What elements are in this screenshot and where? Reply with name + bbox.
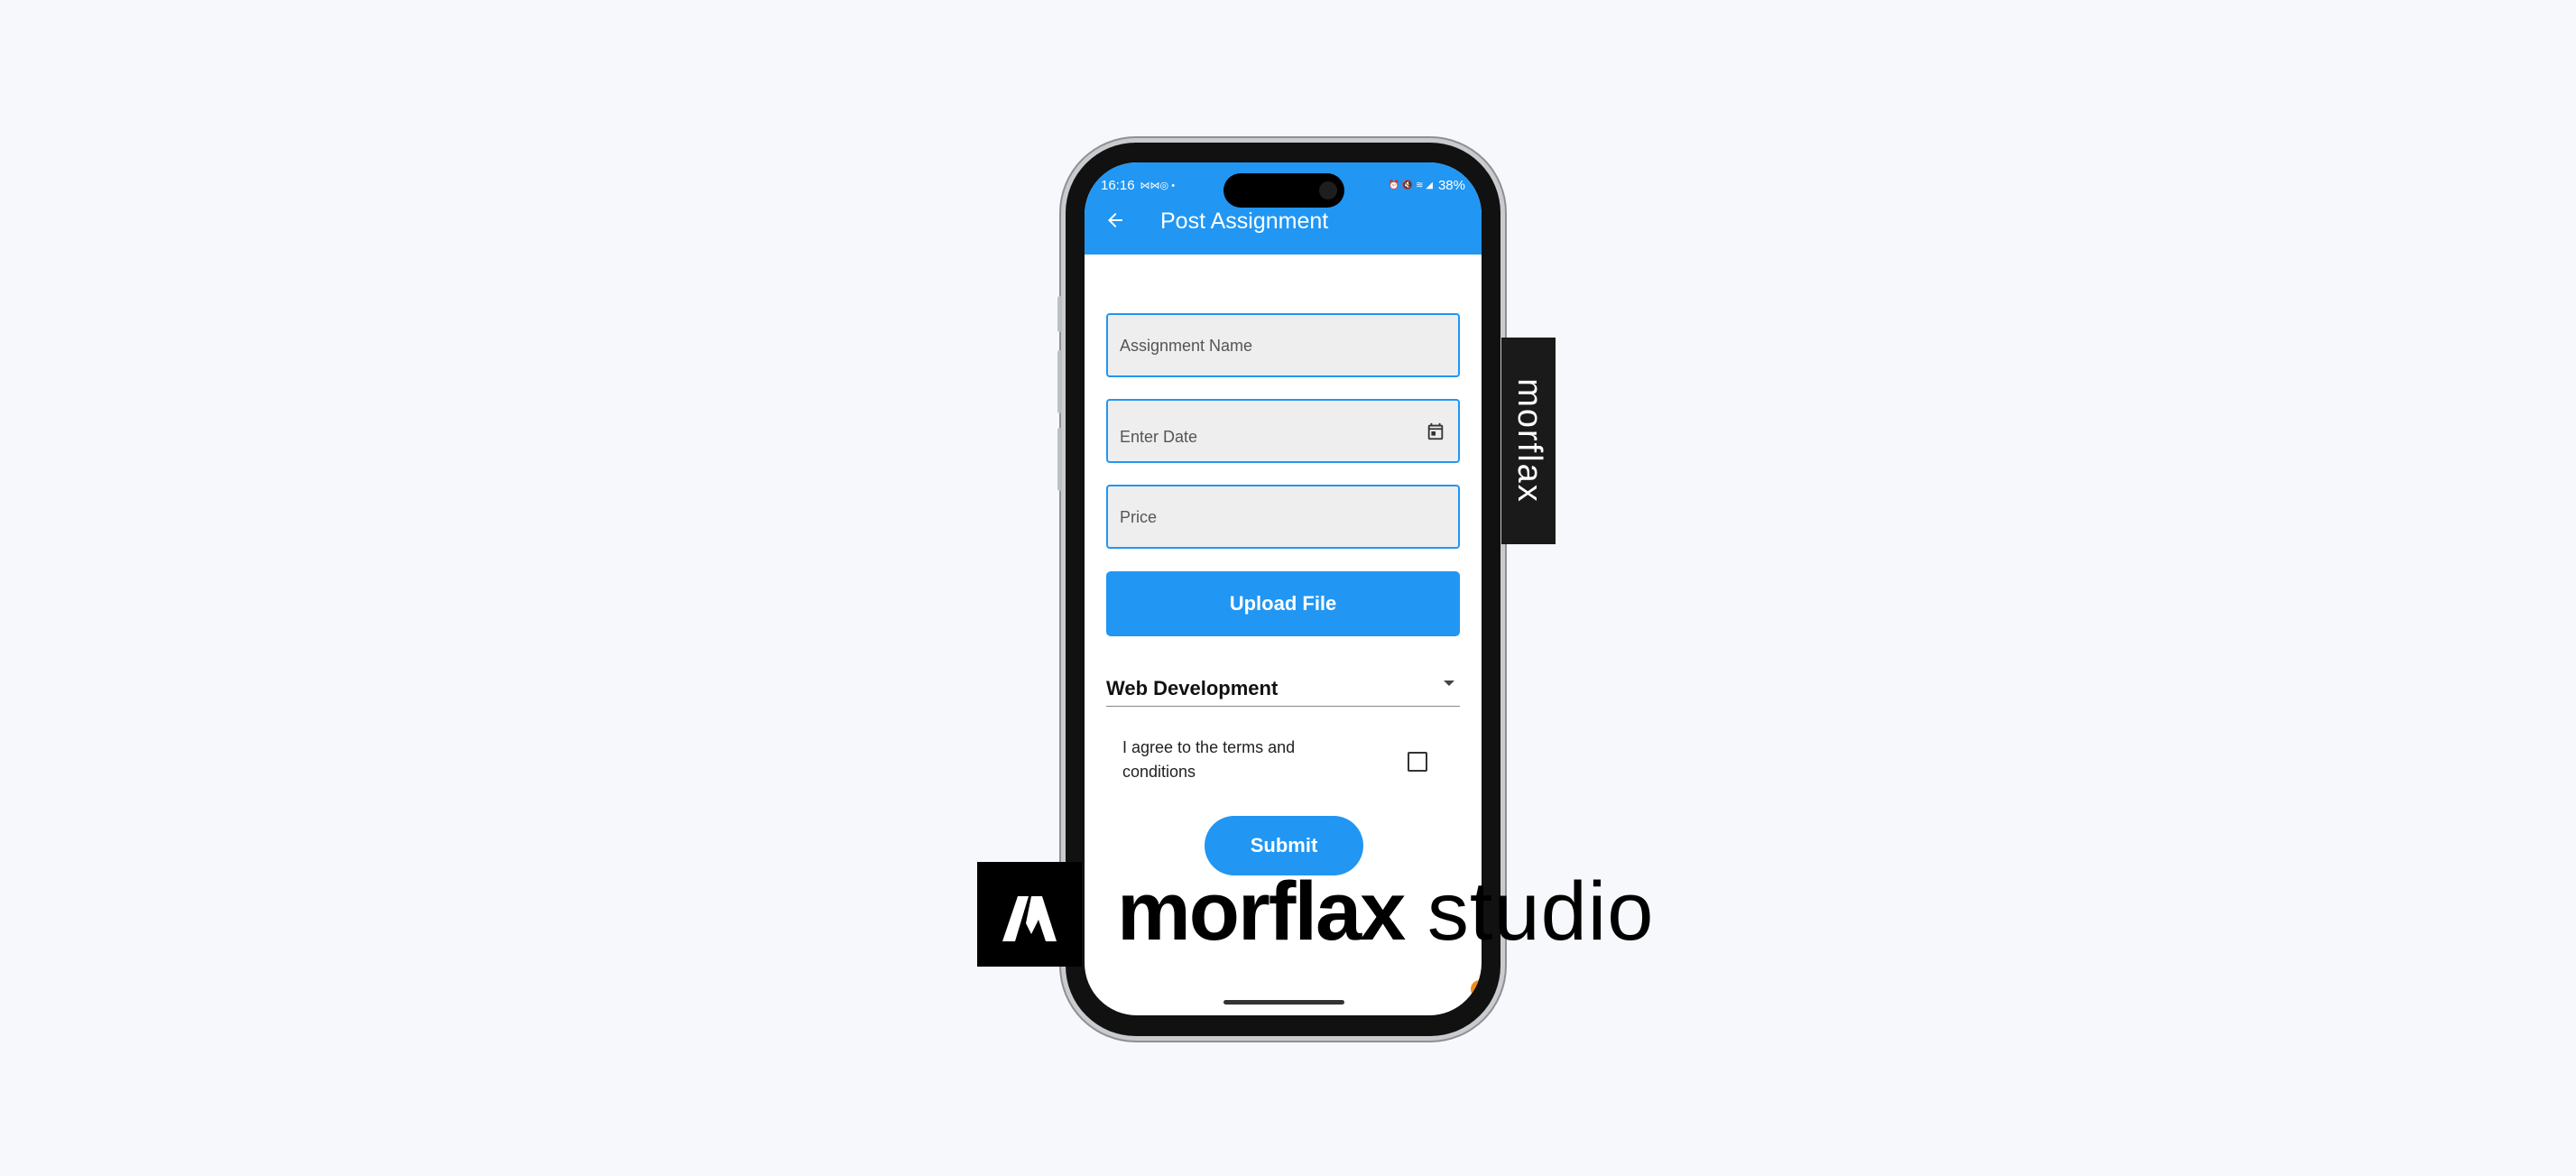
dynamic-island xyxy=(1223,173,1344,208)
app-bar: 16:16 ⋈⋈◎ • ⏰ 🔇 ≋ ◢ 38% Post Assignment xyxy=(1085,162,1482,255)
morflax-logo-icon xyxy=(977,862,1082,967)
notification-icons: ⋈⋈◎ • xyxy=(1140,180,1176,191)
chevron-down-icon xyxy=(1444,681,1454,686)
date-placeholder: Enter Date xyxy=(1120,428,1198,446)
home-indicator xyxy=(1223,1000,1344,1005)
morflax-studio-wordmark: morflax studio xyxy=(1117,866,1654,957)
battery-level: 38% xyxy=(1437,177,1465,193)
phone-volume-up xyxy=(1057,350,1062,413)
category-value: Web Development xyxy=(1106,677,1279,699)
calendar-icon[interactable] xyxy=(1426,421,1445,442)
upload-file-button[interactable]: Upload File xyxy=(1106,571,1460,636)
wordmark-bold: morflax xyxy=(1117,866,1406,958)
assignment-name-input[interactable]: Assignment Name xyxy=(1106,313,1460,377)
terms-checkbox[interactable] xyxy=(1408,752,1427,772)
terms-label: I agree to the terms and conditions xyxy=(1122,738,1296,781)
assignment-name-placeholder: Assignment Name xyxy=(1120,337,1253,355)
category-dropdown[interactable]: Web Development xyxy=(1106,666,1460,707)
date-input[interactable]: Enter Date xyxy=(1106,399,1460,463)
status-time: 16:16 xyxy=(1101,177,1135,193)
phone-side-button xyxy=(1057,296,1062,332)
wordmark-light: studio xyxy=(1426,866,1655,958)
price-placeholder: Price xyxy=(1120,508,1158,526)
arrow-left-icon[interactable] xyxy=(1104,209,1126,231)
price-input[interactable]: Price xyxy=(1106,485,1460,549)
phone-volume-down xyxy=(1057,428,1062,491)
floating-dot xyxy=(1471,980,1482,998)
morflax-side-tag: morflax xyxy=(1501,338,1556,544)
system-icons: ⏰ 🔇 ≋ ◢ xyxy=(1388,180,1433,190)
page-title: Post Assignment xyxy=(1160,208,1329,234)
side-tag-text: morflax xyxy=(1510,378,1548,504)
